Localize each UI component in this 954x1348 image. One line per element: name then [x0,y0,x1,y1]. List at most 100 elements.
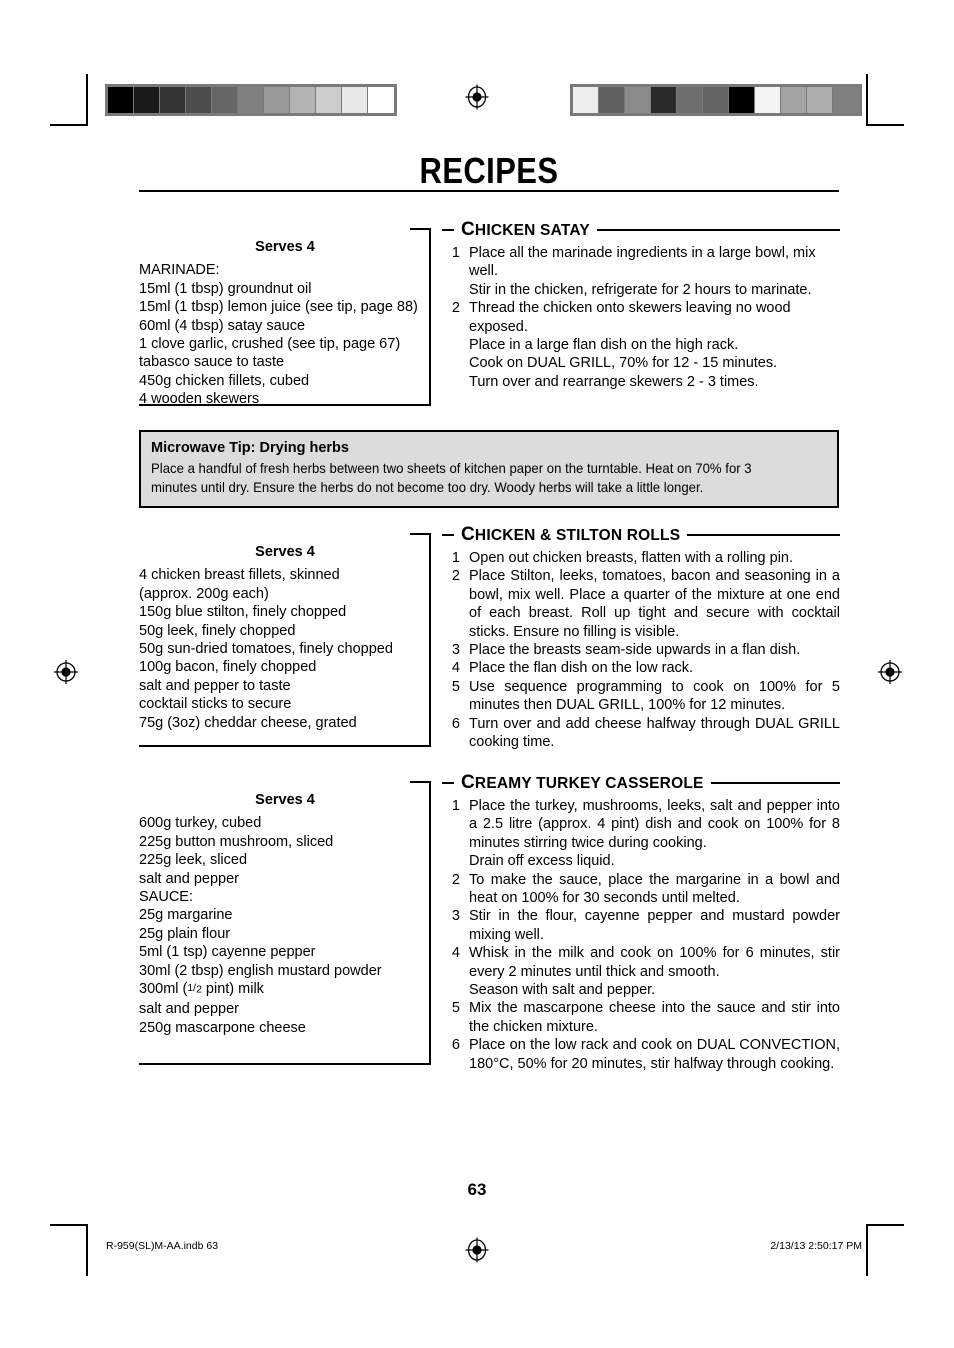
greyscale-swatch [342,87,368,113]
ingredient-line: 250g mascarpone cheese [139,1019,306,1036]
greyscale-swatch [368,87,394,113]
ingredient-line: 60ml (4 tbsp) satay sauce [139,317,306,334]
ingredient-line: 1 clove garlic, crushed (see tip, page 6… [139,336,401,353]
ingredient-bracket-top-stub [410,228,431,230]
ingredient-line: 225g button mushroom, sliced [139,833,334,850]
registration-mark-left-middle [53,659,79,685]
microwave-tip-title: Microwave Tip: Drying herbs [151,440,349,456]
greyscale-swatch [625,87,651,113]
method-step-number: 2 [451,871,460,888]
heading-rule-right [687,534,840,536]
ingredient-bracket-top-stub [410,781,431,783]
method-step: 2 Place Stilton, leeks, tomatoes, bacon a… [442,567,840,641]
ingredient-line: 50g leek, finely chopped [139,622,296,639]
method-step-line: Place the breasts seam-side upwards in a… [469,642,801,659]
greyscale-swatch [238,87,264,113]
recipe-heading: CHICKEN & STILTON ROLLS [442,524,840,546]
ingredient-line: salt and pepper [139,1001,239,1018]
greyscale-swatch [264,87,290,113]
ingredient-line: 25g margarine [139,907,233,924]
greyscale-swatch [316,87,342,113]
method-step-number: 6 [451,715,460,732]
method-step-line: Place the turkey, mushrooms, leeks, salt… [469,798,840,851]
method-step-number: 6 [451,1037,460,1054]
method-step-line: Season with salt and pepper. [469,982,656,999]
greyscale-swatch [290,87,316,113]
greyscale-swatch [651,87,677,113]
method-step-line: Place on the low rack and cook on DUAL C… [469,1037,840,1072]
greyscale-swatch [729,87,755,113]
greyscale-swatch [781,87,807,113]
method-step-number: 2 [451,568,460,585]
method-step-number: 3 [451,908,460,925]
title-underline-rule [139,190,839,192]
heading-rule-right [710,782,840,784]
ingredient-bracket-bottom-rule [139,745,431,747]
crop-mark-top-left-vertical [86,74,88,126]
ingredient-line: MARINADE: [139,262,220,279]
method-step-line: Turn over and rearrange skewers 2 - 3 ti… [469,373,759,390]
microwave-tip-body-text: Place a handful of fresh herbs between t… [151,460,752,495]
method-step-list: 1 Place all the marinade ingredients in a… [442,244,840,391]
ingredient-line: salt and pepper to taste [139,677,291,694]
method-step-number: 5 [451,678,460,695]
ingredient-line: (approx. 200g each) [139,585,269,602]
method-step: 5 Mix the mascarpone cheese into the sauc… [442,999,840,1036]
ingredient-line: 5ml (1 tsp) cayenne pepper [139,944,316,961]
recipe-title: CREAMY TURKEY CASSEROLE [461,772,704,793]
crop-mark-top-right-horizontal [868,124,904,126]
method-step-line: Whisk in the milk and cook on 100% for 6… [469,945,840,980]
method-step-line: Place all the marinade ingredients in a … [469,245,816,280]
ingredient-bracket-bottom-rule [139,1063,431,1065]
crop-mark-top-right-vertical [866,74,868,126]
microwave-tip-box: Microwave Tip: Drying herbs Place a hand… [139,430,839,508]
ingredient-list: Serves 4 600g turkey, cubed 225g button mu… [139,791,431,1037]
heading-rule-left [442,229,454,231]
greyscale-swatch [755,87,781,113]
method-step: 2 Thread the chicken onto skewers leaving… [442,299,840,391]
method-step: 1 Open out chicken breasts, flatten with … [442,549,840,567]
ingredient-line: 600g turkey, cubed [139,815,262,832]
ingredient-line: 75g (3oz) cheddar cheese, grated [139,714,357,731]
method-step-line: Cook on DUAL GRILL, 70% for 12 - 15 minu… [469,355,778,372]
method-step: 2 To make the sauce, place the margarine … [442,871,840,908]
method-step-line: Stir in the flour, cayenne pepper and mu… [469,908,840,943]
ingredient-line: 15ml (1 tbsp) groundnut oil [139,280,312,297]
method-step-line: To make the sauce, place the margarine i… [469,871,840,907]
serves-label: Serves 4 [255,792,315,808]
ingredient-bracket-vertical-rule [429,781,431,1063]
method-step: 5 Use sequence programming to cook on 100… [442,678,840,715]
greyscale-swatch [599,87,625,113]
method-step-number: 4 [451,660,460,677]
greyscale-swatch [108,87,134,113]
ingredient-bracket-vertical-rule [429,533,431,745]
serves-label: Serves 4 [255,239,315,255]
ingredient-bracket-top-stub [410,533,431,535]
crop-mark-bottom-right-vertical [866,1224,868,1276]
footer-file-name: R-959(SL)M-AA.indb 63 [106,1240,219,1252]
method-step: 4 Place the flan dish on the low rack. [442,659,840,677]
recipe-method: CHICKEN SATAY 1 Place all the marinade ing… [442,219,840,391]
crop-mark-bottom-right-horizontal [868,1224,904,1226]
method-step-line: Stir in the chicken, refrigerate for 2 h… [469,281,812,298]
method-step: 3 Stir in the flour, cayenne pepper and m… [442,907,840,944]
ingredient-line: 100g bacon, finely chopped [139,659,317,676]
method-step-number: 4 [451,945,460,962]
crop-mark-bottom-left-horizontal [50,1224,86,1226]
recipe-title: CHICKEN & STILTON ROLLS [461,524,681,545]
greyscale-swatch [807,87,833,113]
method-step-line: Place Stilton, leeks, tomatoes, bacon an… [469,568,840,640]
greyscale-calibration-strip-right [570,84,862,116]
crop-mark-top-left-horizontal [50,124,86,126]
greyscale-swatch [186,87,212,113]
method-step-line: Turn over and add cheese halfway through… [469,715,840,751]
method-step: 1 Place the turkey, mushrooms, leeks, sal… [442,797,840,871]
method-step-line: Use sequence programming to cook on 100%… [469,678,840,714]
method-step-number: 5 [451,1000,460,1017]
footer-timestamp: 2/13/13 2:50:17 PM [770,1240,862,1252]
recipe-method: CHICKEN & STILTON ROLLS 1 Open out chicken… [442,524,840,751]
greyscale-calibration-strip-left [105,84,397,116]
greyscale-swatch [212,87,238,113]
ingredient-line: 15ml (1 tbsp) lemon juice (see tip, page… [139,299,418,316]
method-step-line: Place in a large flan dish on the high r… [469,337,739,354]
